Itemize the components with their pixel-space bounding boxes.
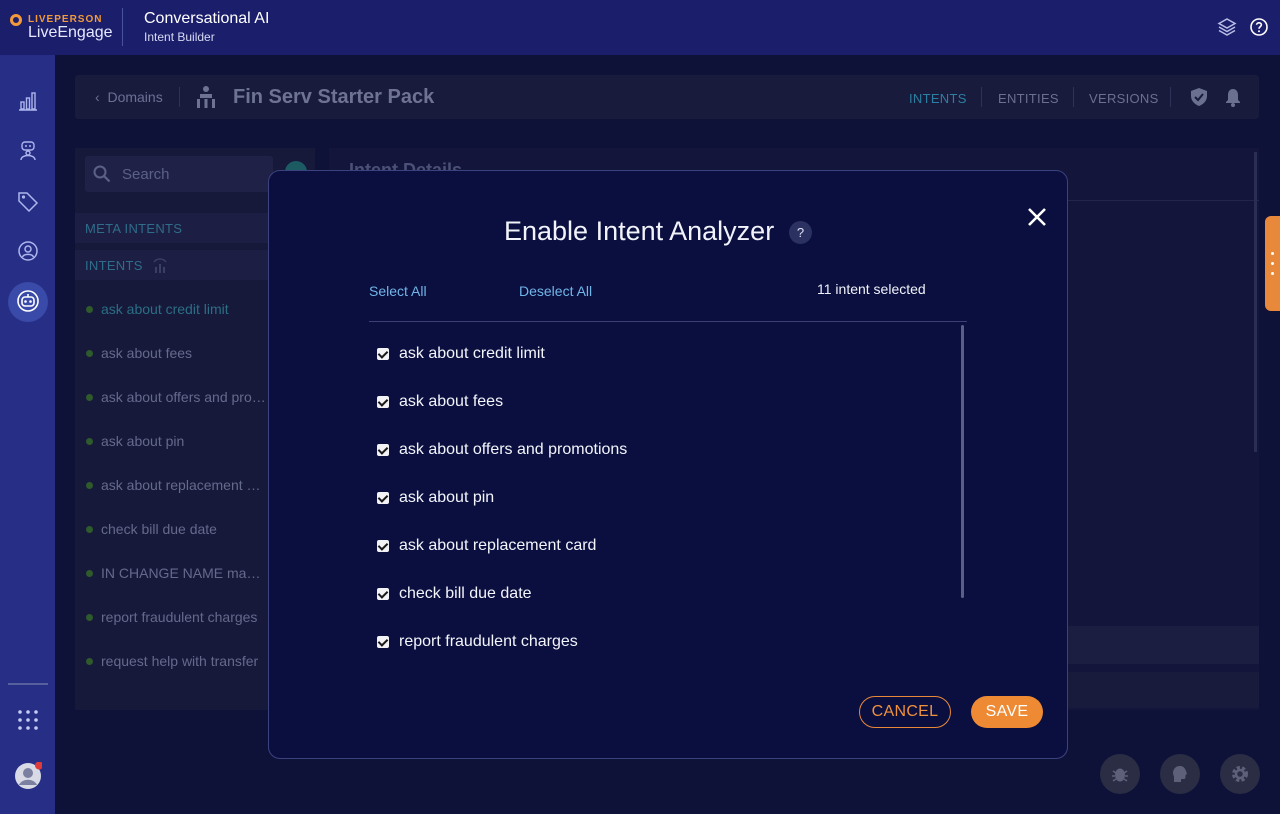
head-insight-button[interactable] xyxy=(1160,754,1200,794)
chevron-left-icon: ‹ xyxy=(95,89,108,105)
status-dot xyxy=(86,394,93,401)
left-nav xyxy=(0,55,55,814)
intent-checkbox-list: ask about credit limit ask about fees as… xyxy=(369,326,967,656)
intent-checkbox-row[interactable]: ask about credit limit xyxy=(377,342,545,366)
analytics-icon[interactable] xyxy=(14,87,42,115)
checkbox[interactable] xyxy=(377,540,389,552)
tab-separator xyxy=(981,87,982,107)
intent-checkbox-row[interactable]: check bill due date xyxy=(377,582,532,606)
side-panel-handle[interactable] xyxy=(1265,216,1280,311)
liveperson-logo: LIVEPERSON LiveEngage xyxy=(10,12,120,44)
agent-bot-icon[interactable] xyxy=(14,137,42,165)
user-avatar-icon[interactable] xyxy=(14,762,42,790)
intent-label: request help with transfer xyxy=(101,653,259,669)
checkbox-label: ask about fees xyxy=(399,393,504,410)
back-to-domains-link[interactable]: ‹ Domains xyxy=(95,89,163,105)
intent-search-input[interactable]: Search xyxy=(85,156,273,192)
search-icon xyxy=(93,165,111,183)
status-dot xyxy=(86,482,93,489)
tab-entities[interactable]: ENTITIES xyxy=(998,91,1059,106)
dialog-title: Enable Intent Analyzer xyxy=(504,216,775,246)
domain-title: Fin Serv Starter Pack xyxy=(233,86,435,108)
app-subtitle: Intent Builder xyxy=(144,30,215,44)
checkbox-label: report fraudulent charges xyxy=(399,633,578,650)
status-dot xyxy=(86,658,93,665)
back-label: Domains xyxy=(107,89,163,105)
debug-bug-button[interactable] xyxy=(1100,754,1140,794)
tag-icon[interactable] xyxy=(14,187,42,215)
tab-intents[interactable]: INTENTS xyxy=(909,91,967,106)
intent-checkbox-row[interactable]: ask about pin xyxy=(377,486,494,510)
intent-label: ask about pin xyxy=(101,433,185,449)
user-circle-icon[interactable] xyxy=(14,237,42,265)
selected-count: 11 intent selected xyxy=(817,281,926,297)
layers-icon[interactable] xyxy=(1217,17,1237,37)
tab-separator xyxy=(1073,87,1074,107)
nav-separator xyxy=(8,683,48,685)
handle-dot xyxy=(1271,252,1274,255)
top-bar: LIVEPERSON LiveEngage Conversational AI … xyxy=(0,0,1280,55)
apps-grid-icon[interactable] xyxy=(14,706,42,734)
checkbox-label: check bill due date xyxy=(399,585,532,602)
status-dot xyxy=(86,438,93,445)
intent-label: IN CHANGE NAME make … xyxy=(101,565,266,581)
settings-gear-button[interactable] xyxy=(1220,754,1260,794)
checkbox[interactable] xyxy=(377,492,389,504)
checkbox[interactable] xyxy=(377,636,389,648)
enable-intent-analyzer-dialog: Enable Intent Analyzer ? Select All Dese… xyxy=(268,170,1068,759)
dialog-divider xyxy=(369,321,967,322)
intent-checkbox-row[interactable]: ask about fees xyxy=(377,390,503,414)
panel-scrollbar[interactable] xyxy=(1254,152,1257,452)
tab-versions[interactable]: VERSIONS xyxy=(1089,91,1159,106)
checkbox-label: ask about offers and promotions xyxy=(399,441,628,458)
app-title: Conversational AI xyxy=(144,10,270,27)
save-button[interactable]: SAVE xyxy=(971,696,1043,728)
intent-checkbox-row[interactable]: report fraudulent charges xyxy=(377,630,578,654)
status-dot xyxy=(86,526,93,533)
intent-label: ask about credit limit xyxy=(101,301,229,317)
search-placeholder: Search xyxy=(122,166,170,183)
intent-label: ask about offers and pro… xyxy=(101,389,266,405)
intent-label: check bill due date xyxy=(101,521,217,537)
ai-bot-icon[interactable] xyxy=(14,287,42,315)
header-separator xyxy=(179,87,180,107)
intent-checkbox-row[interactable]: ask about replacement card xyxy=(377,534,596,558)
select-all-link[interactable]: Select All xyxy=(369,283,427,299)
checkbox-label: ask about replacement card xyxy=(399,537,597,554)
tab-separator xyxy=(1170,87,1171,107)
brand-name: LiveEngage xyxy=(28,24,113,41)
intent-label: report fraudulent charges xyxy=(101,609,258,625)
status-dot xyxy=(86,306,93,313)
checkbox[interactable] xyxy=(377,588,389,600)
checkbox-label: ask about credit limit xyxy=(399,345,545,362)
intent-label: ask about fees xyxy=(101,345,193,361)
intent-analyzer-icon xyxy=(151,256,169,277)
close-icon[interactable] xyxy=(1025,205,1049,229)
intent-checkbox-row[interactable]: ask about offers and promotions xyxy=(377,438,627,462)
domain-header: ‹ Domains Fin Serv Starter Pack INTENTS … xyxy=(75,75,1259,119)
meta-intents-label: META INTENTS xyxy=(85,221,183,236)
domain-hierarchy-icon xyxy=(195,85,217,109)
deselect-all-link[interactable]: Deselect All xyxy=(519,283,592,299)
shield-icon[interactable] xyxy=(1189,87,1209,107)
status-dot xyxy=(86,614,93,621)
intents-label: INTENTS xyxy=(85,258,143,273)
checkbox[interactable] xyxy=(377,444,389,456)
status-dot xyxy=(86,350,93,357)
status-dot xyxy=(86,570,93,577)
handle-dot xyxy=(1271,272,1274,275)
help-icon[interactable]: ? xyxy=(789,221,812,244)
checkbox[interactable] xyxy=(377,348,389,360)
bell-icon[interactable] xyxy=(1223,87,1243,107)
topbar-divider xyxy=(122,8,123,46)
help-circle-icon[interactable] xyxy=(1249,17,1269,37)
handle-dot xyxy=(1271,262,1274,265)
intent-label: ask about replacement c… xyxy=(101,477,266,493)
checkbox-label: ask about pin xyxy=(399,489,495,506)
checkbox[interactable] xyxy=(377,396,389,408)
cancel-button[interactable]: CANCEL xyxy=(859,696,951,728)
liveperson-sun-icon xyxy=(10,14,22,26)
